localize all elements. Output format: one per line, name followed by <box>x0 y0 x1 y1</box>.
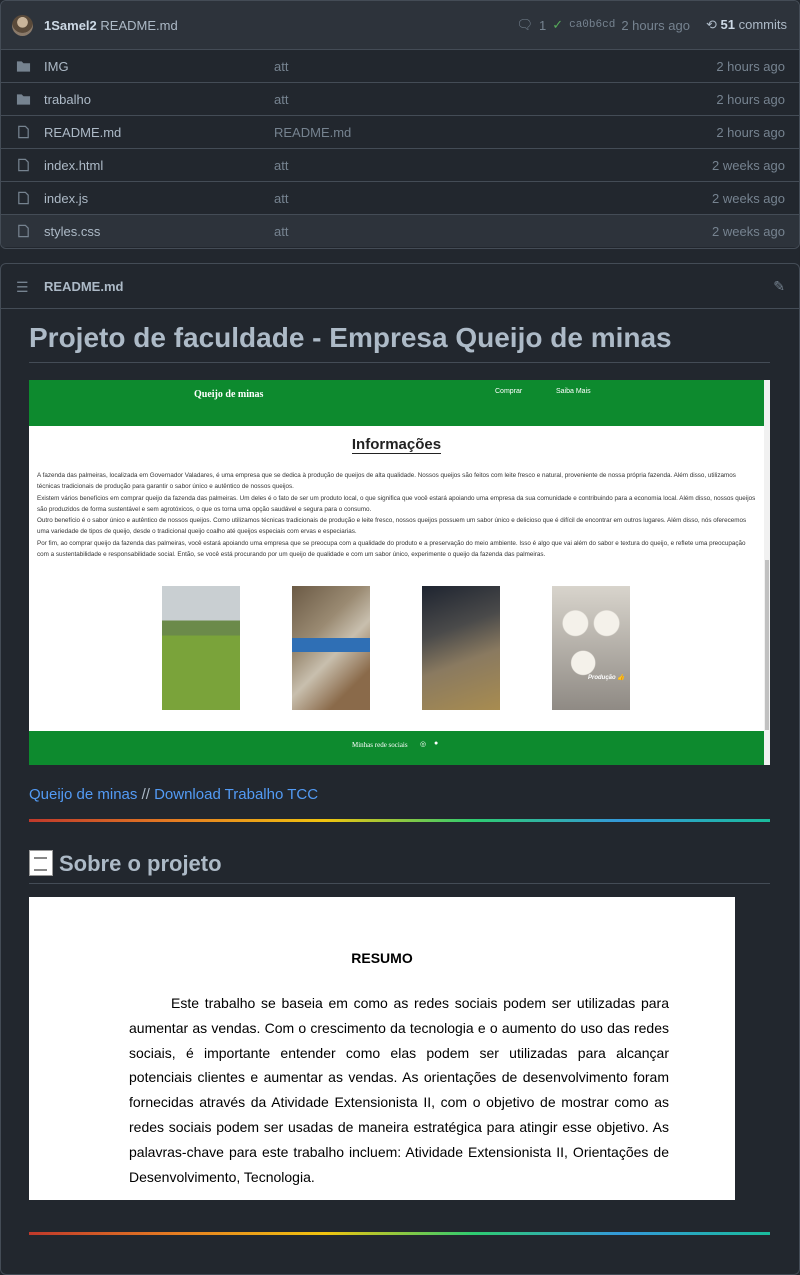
readme-links: Queijo de minas // Download Trabalho TCC <box>29 786 318 803</box>
photo-calves-trough <box>292 638 370 652</box>
file-age: 2 hours ago <box>716 92 785 107</box>
file-age: 2 hours ago <box>716 125 785 140</box>
file-name[interactable]: styles.css <box>44 224 100 239</box>
instagram-icon: ◎ <box>420 741 427 748</box>
commit-count: 51 <box>720 17 735 32</box>
site-heading-text: Informações <box>351 436 442 454</box>
file-row[interactable]: styles.css att 2 weeks ago <box>1 215 799 247</box>
site-navbar: Queijo de minas Comprar Saiba Mais <box>29 380 770 426</box>
section-heading: Sobre o projeto <box>29 850 770 884</box>
site-footer-text: Minhas rede sociais <box>352 741 408 749</box>
file-icon <box>16 191 31 205</box>
resumo-image: RESUMO Este trabalho se baseia em como a… <box>29 897 735 1200</box>
file-commit-message[interactable]: att <box>274 224 288 239</box>
file-icon <box>16 158 31 172</box>
commit-time[interactable]: 2 hours ago <box>621 18 690 33</box>
photo-caption: Produção 👍 <box>588 675 625 681</box>
file-browser: 1Samel2 README.md 🗨 1 ✓ ca0b6cd 2 hours … <box>0 0 800 249</box>
commit-hash[interactable]: ca0b6cd <box>569 19 615 31</box>
file-commit-message[interactable]: att <box>274 59 288 74</box>
file-age: 2 weeks ago <box>712 224 785 239</box>
file-row[interactable]: index.html att 2 weeks ago <box>1 149 799 182</box>
avatar[interactable] <box>12 15 33 36</box>
file-name[interactable]: README.md <box>44 125 121 140</box>
site-paragraph: Existem vários benefícios em comprar que… <box>37 494 756 513</box>
file-age: 2 weeks ago <box>712 158 785 173</box>
file-commit-message[interactable]: README.md <box>274 125 351 140</box>
file-name[interactable]: trabalho <box>44 92 91 107</box>
latest-commit-bar: 1Samel2 README.md 🗨 1 ✓ ca0b6cd 2 hours … <box>1 1 799 50</box>
file-name[interactable]: index.js <box>44 191 88 206</box>
site-nav-saiba-mais: Saiba Mais <box>556 388 591 395</box>
file-row[interactable]: trabalho att 2 hours ago <box>1 83 799 116</box>
rainbow-divider-bottom <box>29 1232 770 1235</box>
file-age: 2 hours ago <box>716 59 785 74</box>
site-brand: Queijo de minas <box>194 389 264 400</box>
file-row[interactable]: index.js att 2 weeks ago <box>1 182 799 215</box>
resumo-title: RESUMO <box>351 950 413 966</box>
photo-pasture <box>162 586 240 710</box>
file-commit-message[interactable]: att <box>274 158 288 173</box>
file-icon <box>16 224 31 238</box>
site-heading: Informações <box>29 436 764 454</box>
commit-author: 1Samel2 README.md <box>44 18 178 33</box>
file-icon <box>16 125 31 139</box>
site-nav-comprar: Comprar <box>495 388 523 395</box>
file-row[interactable]: IMG att 2 hours ago <box>1 50 799 83</box>
readme-heading: Projeto de faculdade - Empresa Queijo de… <box>29 322 770 363</box>
commit-file[interactable]: README.md <box>100 18 177 33</box>
site-text: A fazenda das palmeiras, localizada em G… <box>37 470 759 560</box>
readme-title[interactable]: README.md <box>44 279 123 294</box>
rainbow-divider <box>29 819 770 822</box>
pencil-icon[interactable]: ✎ <box>773 278 785 295</box>
folder-icon <box>16 59 31 73</box>
commits-label: commits <box>738 17 787 32</box>
list-icon[interactable]: ☰ <box>16 279 29 296</box>
section-heading-text: Sobre o projeto <box>59 851 222 876</box>
memo-icon <box>29 850 53 876</box>
file-list: IMG att 2 hours ago trabalho att 2 hours ago R… <box>1 50 799 247</box>
site-paragraph: Por fim, ao comprar queijo da fazenda da… <box>37 539 746 559</box>
scrollbar <box>764 380 770 765</box>
resumo-body: Este trabalho se baseia em como as redes… <box>129 995 669 1185</box>
commit-meta: 🗨 1 ✓ ca0b6cd 2 hours ago ⟲ 51 commits <box>516 17 787 33</box>
queijo-link[interactable]: Queijo de minas <box>29 786 137 803</box>
file-row[interactable]: README.md README.md 2 hours ago <box>1 116 799 149</box>
file-name[interactable]: index.html <box>44 158 103 173</box>
facebook-icon: ● <box>434 740 439 747</box>
folder-icon <box>16 92 31 106</box>
readme-header: ☰ README.md ✎ <box>1 264 799 309</box>
comment-count[interactable]: 1 <box>539 18 546 33</box>
photo-cow <box>422 586 500 710</box>
site-paragraph: A fazenda das palmeiras, localizada em G… <box>37 472 736 491</box>
scrollbar-thumb <box>765 560 769 730</box>
site-paragraph: Outro benefício é o sabor único e autênt… <box>37 517 747 536</box>
file-name[interactable]: IMG <box>44 59 69 74</box>
site-screenshot: Queijo de minas Comprar Saiba Mais Infor… <box>29 380 770 765</box>
photo-cheese: Produção 👍 <box>552 586 630 710</box>
link-separator: // <box>137 786 155 803</box>
file-age: 2 weeks ago <box>712 191 785 206</box>
check-icon[interactable]: ✓ <box>552 17 563 33</box>
site-footer: Minhas rede sociais ◎ ● <box>29 731 764 765</box>
commits-link[interactable]: ⟲ 51 commits <box>706 17 787 33</box>
file-commit-message[interactable]: att <box>274 191 288 206</box>
file-commit-message[interactable]: att <box>274 92 288 107</box>
download-tcc-link[interactable]: Download Trabalho TCC <box>154 786 318 803</box>
comment-icon[interactable]: 🗨 <box>516 17 533 33</box>
commit-user[interactable]: 1Samel2 <box>44 18 97 33</box>
history-icon: ⟲ <box>705 17 717 32</box>
